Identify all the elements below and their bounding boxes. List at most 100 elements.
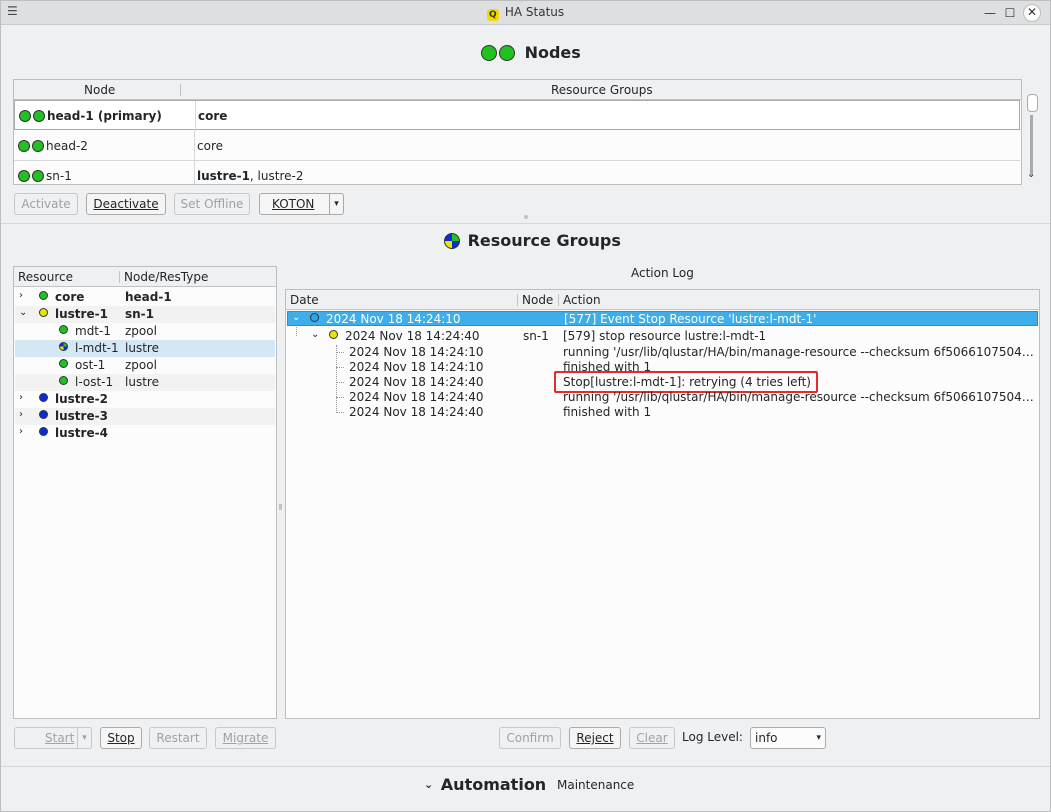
resource-tree-header: Resource Node/ResType [14,267,276,287]
node-row-sn-1[interactable]: sn-1 lustre-1, lustre-2 [14,161,1020,184]
chevron-down-icon[interactable]: ⌄ [1027,169,1035,180]
log-level-label: Log Level: [682,730,743,744]
log-row[interactable]: 2024 Nov 18 14:24:40 finished with 1 [287,405,1038,420]
status-icon [32,170,44,182]
log-level-select[interactable]: info ▾ [750,727,826,749]
tree-item-l-ost-1[interactable]: l-ost-1 lustre [15,374,275,391]
koton-button[interactable]: KOTON ▾ [259,193,344,215]
action-log-header: Date Node Action [286,290,1039,310]
chevron-right-icon[interactable]: › [19,409,23,420]
minimize-button[interactable]: — [981,4,999,22]
resource-groups-icon [444,233,460,249]
reject-button[interactable]: Reject [569,727,621,749]
node-groups: core [198,109,228,123]
status-icon [329,330,338,339]
chevron-down-icon[interactable]: ⌄ [19,307,27,318]
status-icon [59,325,68,334]
node-name: head-2 [46,139,88,153]
node-groups: core [197,139,223,153]
status-icon [310,313,319,322]
log-row-577[interactable]: ⌄ 2024 Nov 18 14:24:10 [577] Event Stop … [287,311,1038,326]
tree-item-ost-1[interactable]: ost-1 zpool [15,357,275,374]
stop-button[interactable]: Stop [100,727,142,749]
node-row-head-1[interactable]: head-1 (primary) core [14,100,1020,131]
tree-item-core[interactable]: › core head-1 [15,289,275,306]
maximize-button[interactable]: ☐ [1001,4,1019,22]
chevron-right-icon[interactable]: › [19,426,23,437]
status-icon [39,427,48,436]
status-icon [59,342,68,351]
column-header-node-restype[interactable]: Node/ResType [124,270,208,284]
status-icon [39,410,48,419]
status-icon [39,291,48,300]
migrate-button[interactable]: Migrate [215,727,276,749]
tree-item-l-mdt-1[interactable]: l-mdt-1 lustre [15,340,275,357]
start-button[interactable]: Start ▾ [14,727,92,749]
node-row-head-2[interactable]: head-2 core [14,131,1020,161]
log-row[interactable]: 2024 Nov 18 14:24:40 running '/usr/lib/q… [287,390,1038,405]
scrollbar-thumb[interactable] [1027,94,1038,112]
nodes-table-header: Node Resource Groups [14,80,1021,100]
splitter-handle[interactable] [279,504,282,510]
tree-item-lustre-2[interactable]: › lustre-2 [15,391,275,408]
divider [1,766,1050,767]
chevron-down-icon[interactable]: ⌄ [311,329,319,340]
status-icon [18,170,30,182]
column-header-resource[interactable]: Resource [18,270,73,284]
log-row-579[interactable]: ⌄ 2024 Nov 18 14:24:40 sn-1 [579] stop r… [287,329,1038,344]
status-icon [59,376,68,385]
restart-button[interactable]: Restart [149,727,207,749]
node-name: sn-1 [46,169,72,183]
node-groups-rest: , lustre-2 [249,169,304,183]
log-row[interactable]: 2024 Nov 18 14:24:10 running '/usr/lib/q… [287,345,1038,360]
close-button[interactable]: ✕ [1023,4,1041,22]
set-offline-button[interactable]: Set Offline [174,193,250,215]
nodes-scrollbar[interactable]: ⌄ [1025,91,1039,183]
status-icon [33,110,45,122]
status-icon [59,359,68,368]
nodes-table: Node Resource Groups head-1 (primary) co… [13,79,1022,185]
automation-section-toggle[interactable]: ⌄ Automation [424,775,546,794]
column-header-resource-groups[interactable]: Resource Groups [551,83,653,97]
status-icon [39,308,48,317]
status-icon [18,140,30,152]
node-status-icon [499,45,515,61]
tree-item-lustre-4[interactable]: › lustre-4 [15,425,275,442]
node-groups-bold: lustre-1 [197,169,250,183]
maintenance-label: Maintenance [557,778,635,792]
column-header-action[interactable]: Action [563,293,601,307]
clear-button[interactable]: Clear [629,727,675,749]
splitter-handle[interactable] [524,215,528,219]
status-icon [32,140,44,152]
tree-item-mdt-1[interactable]: mdt-1 zpool [15,323,275,340]
status-icon [39,393,48,402]
activate-button[interactable]: Activate [14,193,78,215]
tree-item-lustre-3[interactable]: › lustre-3 [15,408,275,425]
chevron-down-icon: ⌄ [424,778,434,791]
action-log-table: Date Node Action ⌄ 2024 Nov 18 14:24:10 … [285,289,1040,719]
status-icon [19,110,31,122]
chevron-down-icon[interactable]: ▾ [77,728,91,748]
title-bar: ☰ Q HA Status — ☐ ✕ [1,1,1050,25]
confirm-button[interactable]: Confirm [499,727,561,749]
ha-status-window: ☰ Q HA Status — ☐ ✕ Nodes Node Resource G… [0,0,1051,812]
action-log-title: Action Log [631,266,694,280]
chevron-down-icon[interactable]: ⌄ [292,312,300,323]
window-title: HA Status [504,5,565,19]
column-header-node[interactable]: Node [84,83,115,97]
resource-tree: Resource Node/ResType › core head-1 ⌄ lu… [13,266,277,719]
chevron-down-icon[interactable]: ▾ [329,194,343,214]
divider [1,223,1050,224]
resource-groups-title: Resource Groups [444,231,621,250]
column-header-date[interactable]: Date [290,293,319,307]
node-status-icon [481,45,497,61]
tree-item-lustre-1[interactable]: ⌄ lustre-1 sn-1 [15,306,275,323]
chevron-right-icon[interactable]: › [19,392,23,403]
node-name: head-1 (primary) [47,109,162,123]
chevron-down-icon[interactable]: ▾ [816,728,821,748]
deactivate-button[interactable]: Deactivate [86,193,166,215]
column-header-node[interactable]: Node [522,293,553,307]
nodes-section-title: Nodes [481,43,581,62]
app-icon: Q [486,9,499,21]
chevron-right-icon[interactable]: › [19,290,23,301]
